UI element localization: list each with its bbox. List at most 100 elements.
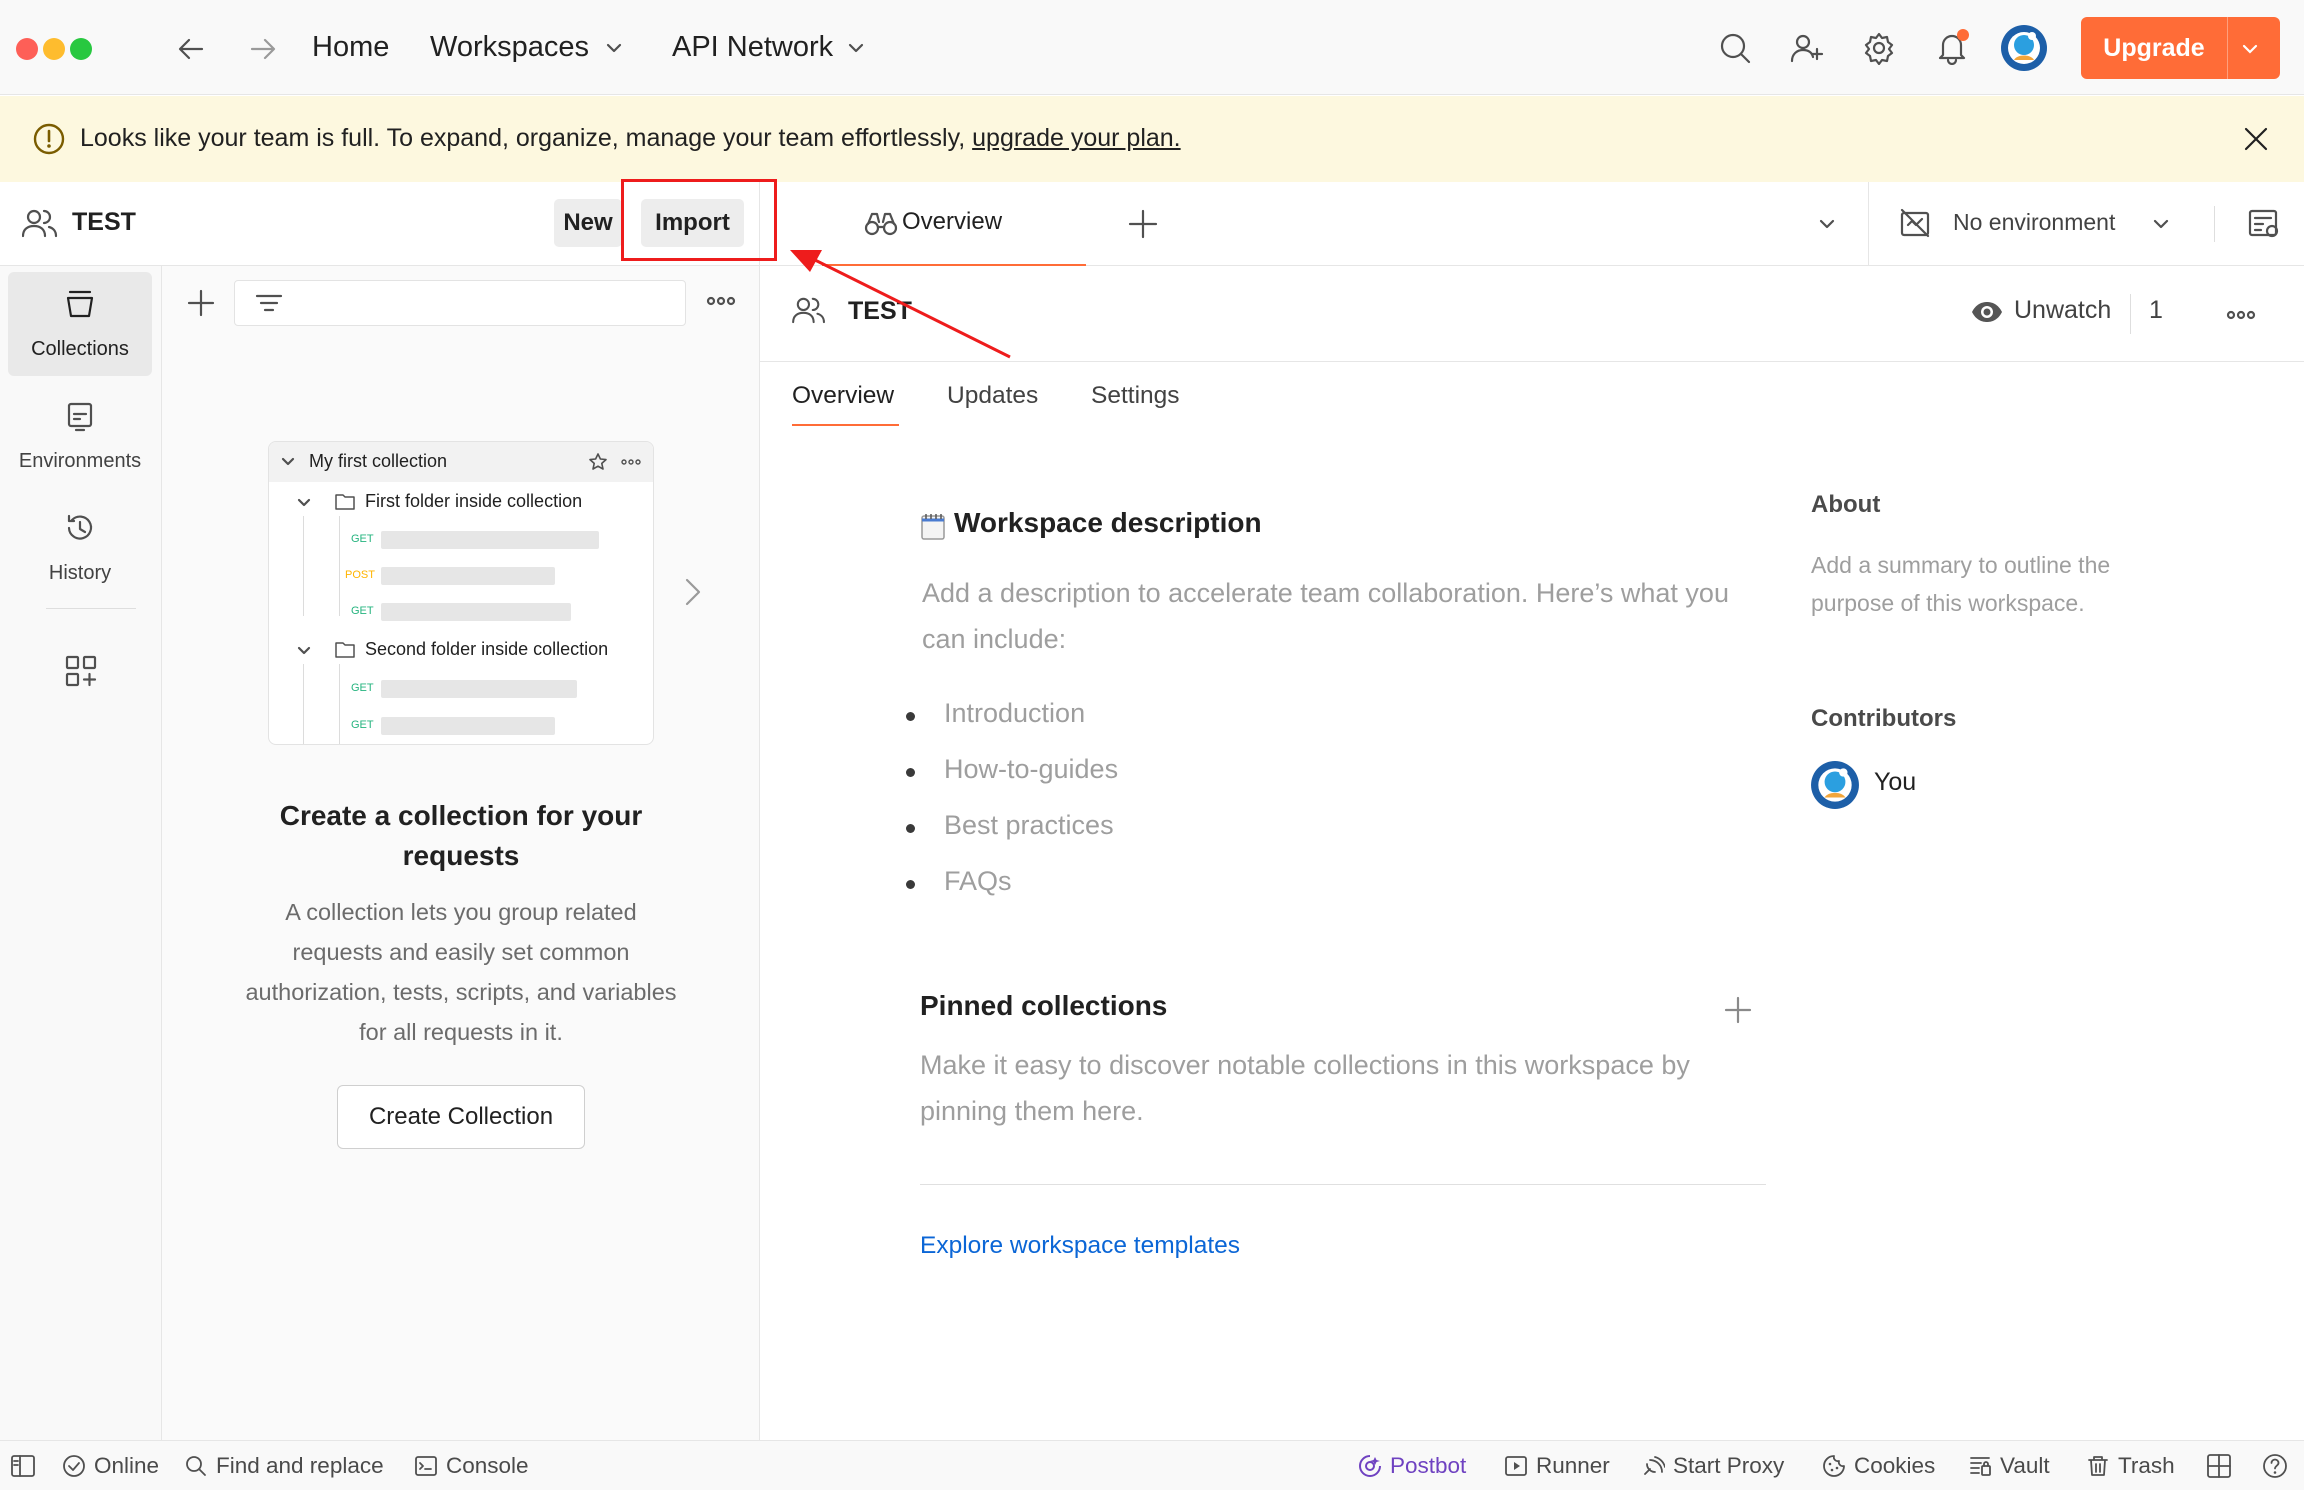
vault-icon — [1970, 1457, 1991, 1476]
upgrade-plan-link[interactable]: upgrade your plan. — [972, 124, 1180, 152]
nav-api-network[interactable]: API Network — [672, 29, 833, 65]
vault-label: Vault — [2000, 1453, 2050, 1478]
new-tab-plus-icon[interactable] — [1127, 208, 1159, 240]
find-replace-label: Find and replace — [216, 1453, 384, 1478]
about-text[interactable]: Add a summary to outline the purpose of … — [1811, 546, 2141, 622]
search-icon[interactable] — [1718, 31, 1752, 65]
tab-overview[interactable]: Overview — [822, 182, 1086, 266]
preview-collection-name: My first collection — [309, 451, 448, 471]
notifications-bell-icon[interactable] — [1934, 29, 1970, 65]
method-get: GET — [351, 605, 374, 617]
back-arrow-icon[interactable] — [176, 34, 206, 64]
collections-icon — [66, 290, 94, 318]
banner-message: Looks like your team is full. To expand,… — [80, 120, 1181, 156]
environment-divider — [2214, 206, 2215, 242]
toggle-sidebar-icon[interactable] — [10, 1453, 36, 1479]
nav-workspaces[interactable]: Workspaces — [430, 29, 589, 65]
settings-gear-icon[interactable] — [1862, 31, 1896, 65]
more-options-icon[interactable] — [2226, 308, 2256, 322]
folder-icon — [335, 642, 355, 658]
contributor-avatar-icon[interactable] — [1810, 760, 1860, 810]
explore-templates-link[interactable]: Explore workspace templates — [920, 1232, 1240, 1260]
collection-search-input[interactable] — [234, 280, 686, 326]
method-get: GET — [351, 682, 374, 694]
postbot-icon — [1359, 1455, 1381, 1477]
empty-state-title: Create a collection for your requests — [279, 800, 643, 871]
postbot-label: Postbot — [1390, 1453, 1467, 1478]
preview-folder-2: Second folder inside collection — [365, 639, 609, 659]
create-collection-button[interactable]: Create Collection — [337, 1085, 585, 1149]
forward-arrow-icon[interactable] — [248, 34, 278, 64]
nav-history[interactable]: History — [8, 496, 152, 600]
minimize-window-button[interactable] — [43, 38, 65, 60]
nav-home[interactable]: Home — [312, 29, 389, 65]
nav-history-label: History — [48, 562, 112, 584]
eye-icon[interactable] — [1970, 300, 2004, 324]
maximize-window-button[interactable] — [70, 38, 92, 60]
tabs-dropdown-chevron-icon[interactable] — [1817, 214, 1837, 234]
workspace-description-heading: Workspace description — [954, 507, 1262, 538]
unwatch-button[interactable]: Unwatch — [2014, 296, 2111, 325]
tree-line — [339, 664, 340, 744]
about-heading: About — [1811, 491, 1881, 518]
bullet-text: How-to-guides — [944, 754, 1119, 784]
bullet-item: How-to-guides — [906, 754, 1119, 785]
watch-count[interactable]: 1 — [2149, 296, 2163, 325]
team-icon — [22, 209, 58, 238]
subtab-overview[interactable]: Overview — [792, 378, 894, 414]
layout-icon[interactable] — [2206, 1453, 2232, 1479]
online-label: Online — [94, 1453, 160, 1478]
method-post: POST — [345, 569, 375, 581]
request-placeholder — [381, 567, 555, 585]
satellite-icon — [1644, 1456, 1665, 1475]
bullet-dot — [906, 712, 915, 721]
collections-sidebar: My first collection First folder inside … — [162, 266, 760, 1440]
cookies-label: Cookies — [1854, 1453, 1936, 1478]
nav-collections[interactable]: Collections — [8, 272, 152, 376]
console-icon — [415, 1456, 437, 1476]
bullet-text: FAQs — [944, 866, 1012, 896]
chevron-down-icon[interactable] — [2151, 214, 2171, 234]
subtab-updates[interactable]: Updates — [947, 378, 1038, 414]
more-options-icon — [621, 459, 641, 465]
workspace-name[interactable]: TEST — [72, 208, 136, 237]
upgrade-button[interactable]: Upgrade — [2081, 17, 2280, 79]
bullet-dot — [906, 768, 915, 777]
environment-quick-look-icon[interactable] — [2247, 207, 2281, 241]
more-options-icon[interactable] — [706, 294, 736, 308]
left-nav: Collections Environments History — [0, 266, 162, 1440]
pinned-collections-heading: Pinned collections — [920, 990, 1168, 1021]
bullet-dot — [906, 824, 915, 833]
chevron-down-icon — [281, 457, 295, 466]
contributor-name[interactable]: You — [1874, 768, 1916, 797]
chevron-down-icon[interactable] — [604, 38, 624, 58]
warning-icon — [33, 123, 65, 155]
bullet-item: Best practices — [906, 810, 1114, 841]
invite-user-icon[interactable] — [1790, 31, 1824, 65]
method-get: GET — [351, 533, 374, 545]
new-button[interactable]: New — [554, 199, 622, 247]
user-avatar-icon[interactable] — [2000, 24, 2048, 72]
environment-label: No environment — [1953, 209, 2116, 235]
tree-line — [303, 664, 304, 744]
add-workbench-icon[interactable] — [64, 654, 98, 688]
close-window-button[interactable] — [16, 38, 38, 60]
team-full-banner: Looks like your team is full. To expand,… — [0, 96, 2304, 182]
nav-divider — [46, 608, 136, 609]
pin-collection-plus-icon[interactable] — [1724, 996, 1752, 1024]
team-icon — [792, 297, 825, 324]
filter-icon[interactable] — [255, 290, 283, 318]
chevron-down-icon[interactable] — [846, 38, 866, 58]
environment-selector[interactable]: No environment — [1868, 182, 2304, 266]
bullet-item: Introduction — [906, 698, 1085, 729]
nav-environments[interactable]: Environments — [8, 384, 152, 488]
add-collection-plus-icon[interactable] — [186, 288, 216, 318]
preview-folder-1: First folder inside collection — [365, 491, 583, 511]
help-icon[interactable] — [2262, 1453, 2288, 1479]
workspace-description-text[interactable]: Add a description to accelerate team col… — [922, 570, 1742, 662]
close-icon[interactable] — [2242, 125, 2270, 153]
subtab-settings[interactable]: Settings — [1091, 378, 1180, 414]
chevron-right-icon[interactable] — [684, 577, 702, 607]
upgrade-label[interactable]: Upgrade — [2081, 17, 2227, 79]
chevron-down-icon[interactable] — [2240, 39, 2260, 59]
